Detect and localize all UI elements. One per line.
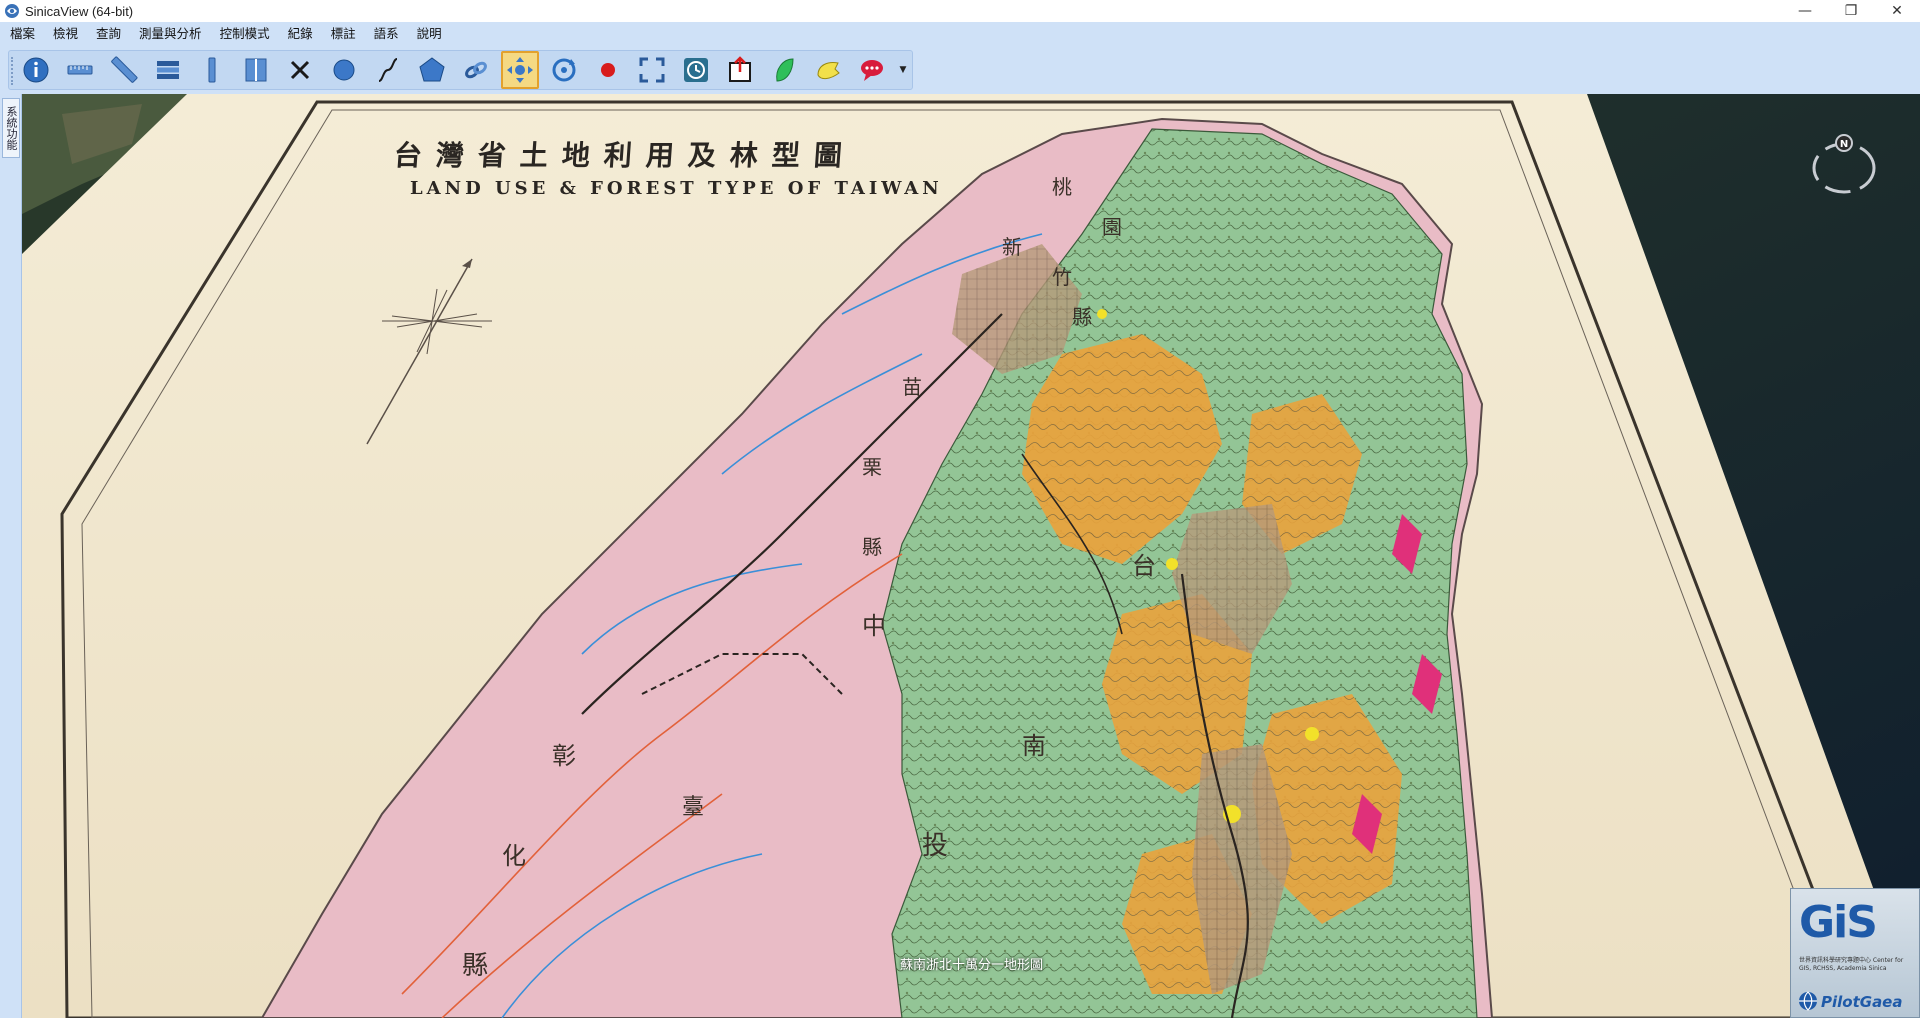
map-scene: 桃 園 新 竹 縣 苗 栗 縣 中 台 南 投 彰 化 縣 臺 (22, 94, 1920, 1018)
left-dock: 系統功能 (0, 94, 22, 1018)
history-button[interactable] (677, 51, 715, 89)
system-functions-tab[interactable]: 系統功能 (2, 98, 20, 158)
map-label: 縣 (462, 951, 488, 981)
main-toolbar: ▼ (8, 50, 913, 90)
book-icon (245, 58, 267, 82)
record-icon (601, 63, 615, 77)
map-label: 園 (1102, 215, 1122, 239)
window-title: SinicaView (64-bit) (25, 3, 134, 19)
map-label: 南 (1022, 732, 1046, 760)
fullscreen-icon (639, 57, 665, 83)
map-title-chinese: 台灣省土地利用及林型圖 (392, 139, 858, 172)
toolbar-band: ▼ (0, 46, 1920, 94)
bookmark-icon (817, 62, 840, 80)
map-label: 化 (502, 842, 526, 870)
compass-north-label: N (1840, 139, 1848, 150)
menu-annotate[interactable]: 標註 (325, 22, 362, 46)
pan-button[interactable] (501, 51, 539, 89)
leaf-button[interactable] (765, 51, 803, 89)
map-view[interactable]: 桃 園 新 竹 縣 苗 栗 縣 中 台 南 投 彰 化 縣 臺 台灣省土地利用及… (22, 94, 1920, 1018)
menu-view[interactable]: 檢視 (47, 22, 84, 46)
circle-icon (333, 59, 355, 81)
gis-logo-text: GiS (1799, 897, 1878, 948)
map-label: 中 (862, 612, 886, 640)
export-icon (729, 56, 751, 82)
restore-button[interactable]: ❐ (1828, 0, 1874, 22)
polygon-tool-button[interactable] (413, 51, 451, 89)
layer-caption: 蘇南浙北十萬分一地形圖 (900, 958, 1044, 973)
book-button[interactable] (237, 51, 275, 89)
toolbar-grip[interactable] (11, 57, 14, 85)
map-label: 新 (1002, 235, 1022, 259)
menu-record[interactable]: 紀錄 (282, 22, 319, 46)
map-label: 彰 (552, 742, 576, 770)
menu-language[interactable]: 語系 (368, 22, 405, 46)
comment-button[interactable] (853, 51, 891, 89)
layers-icon (157, 61, 179, 79)
map-label: 竹 (1052, 265, 1072, 289)
map-title-english: LAND USE & FOREST TYPE OF TAIWAN (410, 178, 943, 199)
vertical-measure-icon (208, 57, 216, 83)
map-label: 縣 (1072, 305, 1092, 329)
menu-file[interactable]: 檔案 (4, 22, 41, 46)
measure-line-button[interactable] (61, 51, 99, 89)
rotate-icon (552, 58, 576, 82)
menu-bar: 檔案 檢視 查詢 測量與分析 控制模式 紀錄 標註 語系 說明 (0, 22, 1920, 46)
rotate-button[interactable] (545, 51, 583, 89)
path-tool-button[interactable] (369, 51, 407, 89)
path-icon (378, 58, 398, 82)
info-icon (23, 57, 49, 83)
polygon-icon (419, 57, 445, 82)
leaf-icon (776, 58, 794, 82)
fullscreen-button[interactable] (633, 51, 671, 89)
map-label: 苗 (902, 375, 922, 399)
circle-tool-button[interactable] (325, 51, 363, 89)
pilotgaea-logo: PilotGaea (1821, 993, 1903, 1011)
history-icon (684, 58, 708, 82)
map-label: 臺 (682, 795, 704, 820)
map-label: 縣 (862, 535, 882, 559)
link-button[interactable] (457, 51, 495, 89)
globe-icon (1799, 991, 1817, 1011)
minimize-button[interactable]: — (1782, 0, 1828, 22)
map-label: 台 (1132, 552, 1156, 580)
vertical-measure-button[interactable] (193, 51, 231, 89)
gis-logo: GiS 世界資訊科學研究專題中心 Center for GIS, RCHSS, … (1790, 888, 1920, 1018)
link-icon (465, 61, 487, 79)
map-label: 桃 (1052, 175, 1072, 199)
title-bar: SinicaView (64-bit) — ❐ ✕ (0, 0, 1920, 22)
ruler-icon (111, 56, 138, 83)
map-label: 栗 (862, 455, 882, 479)
ruler-button[interactable] (105, 51, 143, 89)
comment-icon (861, 60, 883, 81)
menu-measure[interactable]: 測量與分析 (133, 22, 208, 46)
clear-button[interactable] (281, 51, 319, 89)
clear-icon (290, 60, 310, 80)
app-icon (5, 4, 19, 18)
map-label: 投 (922, 831, 948, 861)
compass-icon[interactable]: N (1809, 134, 1879, 196)
gis-logo-subtitle: 世界資訊科學研究專題中心 Center for GIS, RCHSS, Acad… (1799, 957, 1904, 972)
bookmark-button[interactable] (809, 51, 847, 89)
toolbar-overflow-chevron-icon[interactable]: ▼ (897, 51, 909, 89)
measure-line-icon (67, 65, 93, 75)
menu-control-mode[interactable]: 控制模式 (214, 22, 276, 46)
menu-query[interactable]: 查詢 (90, 22, 127, 46)
menu-help[interactable]: 說明 (411, 22, 448, 46)
info-button[interactable] (17, 51, 55, 89)
export-button[interactable] (721, 51, 759, 89)
record-button[interactable] (589, 51, 627, 89)
layers-button[interactable] (149, 51, 187, 89)
close-button[interactable]: ✕ (1874, 0, 1920, 22)
window-controls: — ❐ ✕ (1782, 0, 1920, 22)
pan-icon (507, 57, 533, 83)
